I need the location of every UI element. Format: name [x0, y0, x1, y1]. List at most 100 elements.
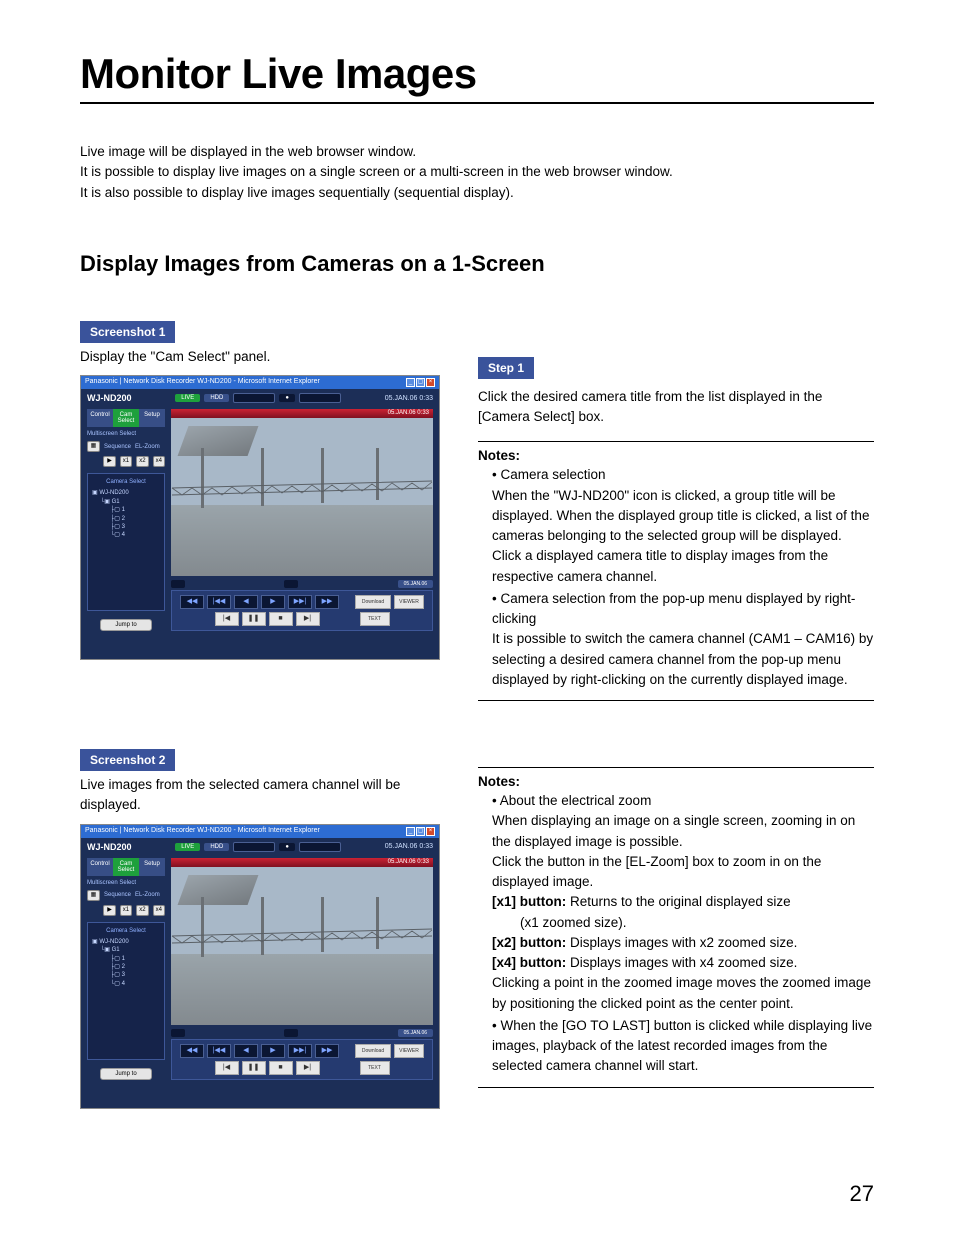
- status-slot-2b: [299, 842, 341, 852]
- end-btn[interactable]: ▶|: [296, 612, 320, 626]
- stop-btn[interactable]: ■: [269, 612, 293, 626]
- playback-controls: ◀◀ |◀◀ ◀ ▶ ▶▶| ▶▶ Download VIEWER |◀: [171, 590, 433, 631]
- tab-control-2[interactable]: Control: [87, 858, 113, 876]
- jump-to-btn-2[interactable]: Jump to: [100, 1068, 151, 1080]
- x2-btn-2[interactable]: x2: [136, 905, 148, 916]
- camera-select-tree-2[interactable]: Camera Select ▣ WJ-ND200 └▣ G1 ├▢ 1 ├▢ 2…: [87, 922, 165, 1060]
- window-title: Panasonic | Network Disk Recorder WJ-ND2…: [85, 378, 320, 387]
- playback-controls-2: ◀◀ |◀◀ ◀ ▶ ▶▶| ▶▶ Download VIEWER |◀: [171, 1039, 433, 1080]
- play-btn-2[interactable]: ▶: [261, 1044, 285, 1058]
- tab-setup-2[interactable]: Setup: [139, 858, 165, 876]
- x4-btn-2[interactable]: x4: [153, 905, 165, 916]
- intro-line-1: Live image will be displayed in the web …: [80, 142, 874, 162]
- tree-header: Camera Select: [92, 478, 160, 486]
- status-slot: [233, 393, 275, 403]
- x4-btn[interactable]: x4: [153, 456, 165, 467]
- page-title: Monitor Live Images: [80, 50, 874, 98]
- tab-cam-select[interactable]: Cam Select: [113, 409, 139, 427]
- step-1-text: Click the desired camera title from the …: [478, 387, 874, 428]
- window-buttons: _▢×: [406, 378, 435, 387]
- clock-readout: 05.JAN.06 0:33: [385, 395, 433, 402]
- camera-select-tree[interactable]: Camera Select ▣ WJ-ND200 └▣ G1 ├▢ 1 ├▢ 2…: [87, 473, 165, 611]
- screenshot-2-figure: Panasonic | Network Disk Recorder WJ-ND2…: [80, 824, 440, 1109]
- viewer-btn[interactable]: VIEWER: [394, 595, 424, 609]
- back-btn-2[interactable]: ◀: [234, 1044, 258, 1058]
- multiscreen-label: Multiscreen Select: [87, 431, 136, 437]
- prev-btn-2[interactable]: |◀◀: [207, 1044, 231, 1058]
- pause-btn-2[interactable]: ❚❚: [242, 1061, 266, 1075]
- stop-btn-2[interactable]: ■: [269, 1061, 293, 1075]
- elzoom-label: EL-Zoom: [135, 444, 160, 450]
- jump-to-btn[interactable]: Jump to: [100, 619, 151, 631]
- seq-btn-2[interactable]: ▶: [103, 905, 115, 916]
- rec-bar-2: 05.JAN.06 0:33: [171, 858, 433, 867]
- live-image-2[interactable]: [171, 867, 433, 1025]
- screenshot-1-badge: Screenshot 1: [80, 321, 175, 343]
- notes-block-1: Notes: Camera selection When the "WJ-ND2…: [478, 441, 874, 701]
- tab-setup[interactable]: Setup: [139, 409, 165, 427]
- multiscreen-btn-2[interactable]: ▦: [87, 890, 100, 901]
- screenshot-1-caption: Display the "Cam Select" panel.: [80, 347, 440, 367]
- rew-btn[interactable]: ◀◀: [180, 595, 204, 609]
- next-btn-2[interactable]: ▶▶|: [288, 1044, 312, 1058]
- step-1-badge: Step 1: [478, 357, 534, 379]
- screenshot-2-caption: Live images from the selected camera cha…: [80, 775, 440, 816]
- back-btn[interactable]: ◀: [234, 595, 258, 609]
- notes-2-title: Notes:: [478, 774, 874, 789]
- hdd-indicator: HDD: [204, 394, 229, 402]
- app-logo: WJ-ND200: [87, 393, 132, 403]
- text-btn-2[interactable]: TEXT: [360, 1061, 390, 1075]
- next-btn[interactable]: ▶▶|: [288, 595, 312, 609]
- notes-1-item-1: Camera selection When the "WJ-ND200" ico…: [492, 465, 874, 587]
- start-btn-2[interactable]: |◀: [215, 1061, 239, 1075]
- ff-btn[interactable]: ▶▶: [315, 595, 339, 609]
- app-logo-2: WJ-ND200: [87, 842, 132, 852]
- section-heading: Display Images from Cameras on a 1-Scree…: [80, 251, 874, 277]
- intro-text: Live image will be displayed in the web …: [80, 142, 874, 203]
- x1-btn[interactable]: x1: [120, 456, 132, 467]
- rec-indicator: ●: [279, 394, 295, 402]
- seq-btn[interactable]: ▶: [103, 456, 115, 467]
- page-number: 27: [850, 1181, 874, 1207]
- rec-indicator-2: ●: [279, 843, 295, 851]
- rew-btn-2[interactable]: ◀◀: [180, 1044, 204, 1058]
- download-btn[interactable]: Download: [355, 595, 391, 609]
- window-buttons-2: _▢×: [406, 827, 435, 836]
- pause-btn[interactable]: ❚❚: [242, 612, 266, 626]
- intro-line-3: It is also possible to display live imag…: [80, 183, 874, 203]
- tab-cam-select-2[interactable]: Cam Select: [113, 858, 139, 876]
- notes-1-title: Notes:: [478, 448, 874, 463]
- prev-btn[interactable]: |◀◀: [207, 595, 231, 609]
- x1-btn-2[interactable]: x1: [120, 905, 132, 916]
- multiscreen-btn[interactable]: ▦: [87, 441, 100, 452]
- notes-2-item-2: When the [GO TO LAST] button is clicked …: [492, 1016, 874, 1077]
- screenshot-2-badge: Screenshot 2: [80, 749, 175, 771]
- intro-line-2: It is possible to display live images on…: [80, 162, 874, 182]
- hdd-indicator-2: HDD: [204, 843, 229, 851]
- screenshot-1-figure: Panasonic | Network Disk Recorder WJ-ND2…: [80, 375, 440, 660]
- notes-1-item-2: Camera selection from the pop-up menu di…: [492, 589, 874, 690]
- x2-btn[interactable]: x2: [136, 456, 148, 467]
- sequence-label-2: Sequence: [104, 892, 131, 898]
- tab-control[interactable]: Control: [87, 409, 113, 427]
- window-title-2: Panasonic | Network Disk Recorder WJ-ND2…: [85, 827, 320, 836]
- text-btn[interactable]: TEXT: [360, 612, 390, 626]
- multiscreen-label-2: Multiscreen Select: [87, 880, 136, 886]
- play-btn[interactable]: ▶: [261, 595, 285, 609]
- download-btn-2[interactable]: Download: [355, 1044, 391, 1058]
- end-btn-2[interactable]: ▶|: [296, 1061, 320, 1075]
- live-indicator-2: LIVE: [175, 843, 200, 851]
- live-indicator: LIVE: [175, 394, 200, 402]
- status-slot-2: [299, 393, 341, 403]
- ff-btn-2[interactable]: ▶▶: [315, 1044, 339, 1058]
- rec-bar: 05.JAN.06 0:33: [171, 409, 433, 418]
- start-btn[interactable]: |◀: [215, 612, 239, 626]
- live-image[interactable]: [171, 418, 433, 576]
- status-slot-2a: [233, 842, 275, 852]
- sequence-label: Sequence: [104, 444, 131, 450]
- notes-block-2: Notes: About the electrical zoom When di…: [478, 767, 874, 1088]
- viewer-btn-2[interactable]: VIEWER: [394, 1044, 424, 1058]
- notes-2-item-1: About the electrical zoom When displayin…: [492, 791, 874, 1014]
- clock-readout-2: 05.JAN.06 0:33: [385, 843, 433, 850]
- elzoom-label-2: EL-Zoom: [135, 892, 160, 898]
